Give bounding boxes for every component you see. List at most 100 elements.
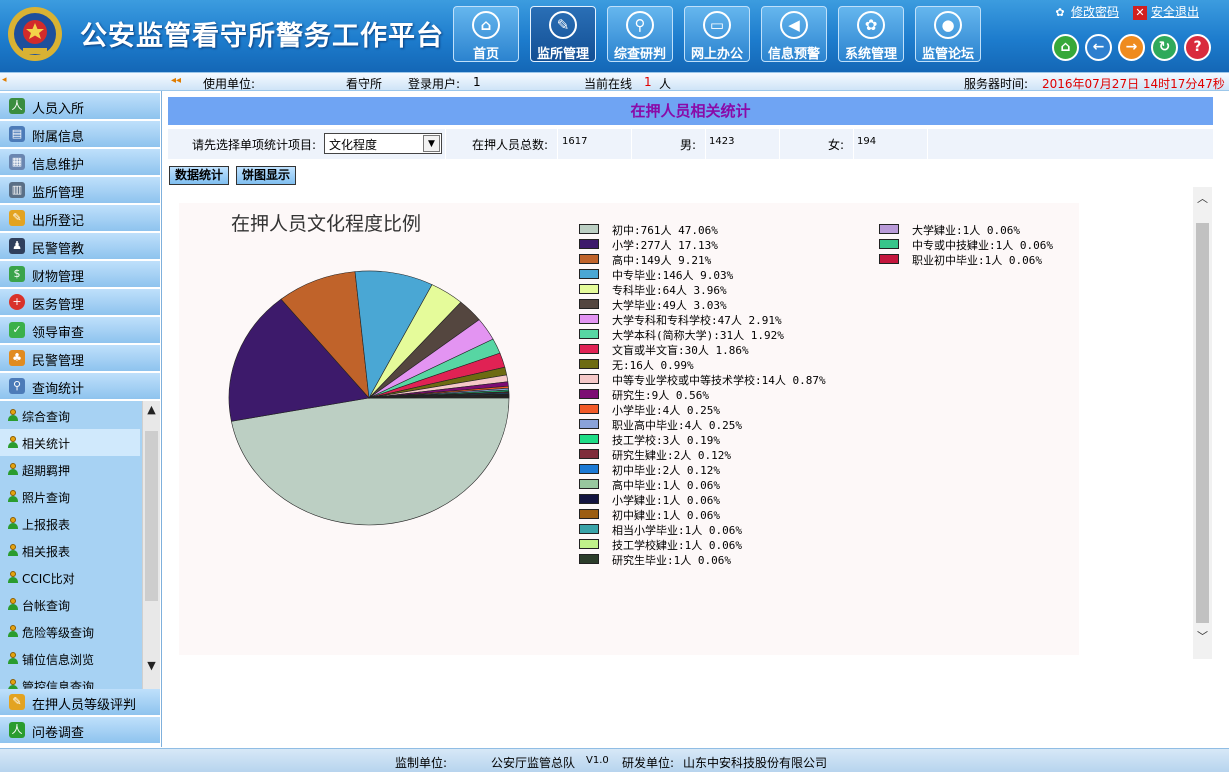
- chart-title: 在押人员文化程度比例: [231, 213, 422, 235]
- home-round-button[interactable]: ⌂: [1052, 34, 1079, 61]
- legend-swatch: [579, 509, 599, 519]
- sidebar-item-admission[interactable]: 人 人员入所: [0, 93, 160, 120]
- feather-icon: ✎: [549, 11, 577, 39]
- sidebar-item-label: 附属信息: [32, 130, 85, 145]
- person-icon: [8, 517, 18, 529]
- filter-row: 请先选择单项统计项目: 文化程度 ▼ 在押人员总数: 1617 男: 1423 …: [168, 129, 1213, 159]
- nav-label: 监管论坛: [921, 47, 974, 62]
- sidebar-item-prison-management[interactable]: ▥ 监所管理: [0, 177, 160, 204]
- select-label: 请先选择单项统计项目:: [192, 138, 317, 152]
- refresh-button[interactable]: ↻: [1151, 34, 1178, 61]
- back-button[interactable]: ←: [1085, 34, 1112, 61]
- submenu-item-overdue-detention[interactable]: 超期羁押: [0, 456, 140, 483]
- nav-warning[interactable]: ◀ 信息预警: [761, 6, 827, 62]
- chevron-down-icon[interactable]: ﹀: [1193, 627, 1212, 647]
- legend-swatch: [579, 404, 599, 414]
- info-bar: ◂ ◂◂ 使用单位: 看守所 登录用户: 1 当前在线 1 人 服务器时间: 2…: [0, 72, 1229, 91]
- sidebar-item-info-maintenance[interactable]: ▦ 信息维护: [0, 149, 160, 176]
- legend-swatch: [579, 434, 599, 444]
- sidebar-item-attached-info[interactable]: ▤ 附属信息: [0, 121, 160, 148]
- gear-icon: ✿: [1055, 6, 1065, 19]
- sidebar-item-leader-review[interactable]: ✓ 领导审查: [0, 317, 160, 344]
- sidebar-item-release-registration[interactable]: ✎ 出所登记: [0, 205, 160, 232]
- person-in-icon: 人: [9, 98, 25, 114]
- submenu-item-control-info-query[interactable]: 管控信息查询: [0, 672, 140, 690]
- sidebar-item-property[interactable]: $ 财物管理: [0, 261, 160, 288]
- chevron-down-icon[interactable]: ▼: [143, 657, 160, 675]
- nav-prison-management[interactable]: ✎ 监所管理: [530, 6, 596, 62]
- help-button[interactable]: ?: [1184, 34, 1211, 61]
- legend-label: 技工学校:3人 0.19%: [612, 434, 720, 447]
- legend-label: 高中:149人 9.21%: [612, 254, 712, 267]
- sidebar-item-police-education[interactable]: ♟ 民警管教: [0, 233, 160, 260]
- legend-swatch: [579, 239, 599, 249]
- submenu-item-related-reports[interactable]: 相关报表: [0, 537, 140, 564]
- data-statistics-button[interactable]: 数据统计: [169, 166, 230, 185]
- change-password-link[interactable]: ✿ 修改密码: [1053, 3, 1119, 20]
- submenu-item-comprehensive-query[interactable]: 综合查询: [0, 402, 140, 429]
- legend-swatch: [579, 554, 599, 564]
- unit-value: 看守所: [346, 77, 383, 91]
- home-icon: ⌂: [472, 11, 500, 39]
- total-label-cell: 在押人员总数:: [446, 129, 558, 159]
- online-unit: 人: [659, 77, 672, 91]
- query-submenu: 综合查询 相关统计 超期羁押 照片查询 上报报表 相关报表 CCIC比对 台帐查…: [0, 401, 160, 690]
- logout-link[interactable]: ✕ 安全退出: [1133, 3, 1199, 20]
- sidebar-item-survey[interactable]: 人 问卷调查: [0, 717, 160, 744]
- submenu-item-danger-level-query[interactable]: 危险等级查询: [0, 618, 140, 645]
- pie-chart-button[interactable]: 饼图显示: [236, 166, 297, 185]
- sidebar-item-label: 查询统计: [32, 382, 85, 397]
- submenu-item-submitted-reports[interactable]: 上报报表: [0, 510, 140, 537]
- medical-icon: +: [9, 294, 25, 310]
- person-icon: [8, 598, 18, 610]
- select-cell: 请先选择单项统计项目: 文化程度 ▼: [168, 129, 446, 159]
- legend-swatch: [579, 419, 599, 429]
- nav-forum[interactable]: ● 监管论坛: [915, 6, 981, 62]
- legend-label: 研究生毕业:1人 0.06%: [612, 554, 731, 567]
- sidebar-item-police-management[interactable]: ♣ 民警管理: [0, 345, 160, 372]
- database-icon: ▦: [9, 154, 25, 170]
- legend-label: 高中毕业:1人 0.06%: [612, 479, 720, 492]
- male-value-cell: 1423: [706, 129, 780, 159]
- chevron-up-icon[interactable]: ︿: [1193, 189, 1212, 209]
- nav-investigation[interactable]: ⚲ 综查研判: [607, 6, 673, 62]
- submenu-item-ledger-query[interactable]: 台帐查询: [0, 591, 140, 618]
- gear-icon: ✿: [857, 11, 885, 39]
- collapse-handle-icon[interactable]: ◂: [2, 75, 7, 85]
- nav-system[interactable]: ✿ 系统管理: [838, 6, 904, 62]
- submenu-item-related-statistics[interactable]: 相关统计: [0, 429, 140, 456]
- content-scrollbar[interactable]: ︿ ﹀: [1193, 187, 1212, 659]
- legend-swatch: [879, 239, 899, 249]
- sidebar-item-label: 监所管理: [32, 186, 85, 201]
- legend-label: 大学毕业:49人 3.03%: [612, 299, 727, 312]
- statistics-item-select[interactable]: 文化程度 ▼: [324, 133, 442, 154]
- legend-swatch: [579, 344, 599, 354]
- chevron-up-icon[interactable]: ▲: [143, 401, 160, 419]
- scrollbar-thumb[interactable]: [1196, 223, 1209, 623]
- sidebar-item-query-statistics[interactable]: ⚲ 查询统计: [0, 373, 160, 400]
- nav-label: 网上办公: [690, 47, 743, 62]
- submenu-item-label: 上报报表: [22, 518, 71, 532]
- toggle-sidebar-icon[interactable]: ◂◂: [171, 75, 181, 86]
- sidebar-item-label: 医务管理: [32, 298, 85, 313]
- submenu-scrollbar[interactable]: ▲ ▼: [142, 401, 160, 690]
- submenu-item-label: CCIC比对: [22, 572, 75, 586]
- submenu-item-photo-query[interactable]: 照片查询: [0, 483, 140, 510]
- submenu-item-ccic-compare[interactable]: CCIC比对: [0, 564, 140, 591]
- nav-online-office[interactable]: ▭ 网上办公: [684, 6, 750, 62]
- chart-icon: ▥: [9, 182, 25, 198]
- scrollbar-thumb[interactable]: [145, 431, 158, 601]
- forward-button[interactable]: →: [1118, 34, 1145, 61]
- female-value: 194: [857, 136, 877, 147]
- legend-swatch: [579, 314, 599, 324]
- sidebar-item-detainee-rating[interactable]: ✎ 在押人员等级评判: [0, 689, 160, 716]
- footer: 监制单位: 公安厅监管总队 V1.0 研发单位: 山东中安科技股份有限公司: [0, 748, 1229, 772]
- sidebar-item-label: 民警管教: [32, 242, 85, 257]
- card-icon: ▤: [9, 126, 25, 142]
- legend-swatch: [579, 374, 599, 384]
- person-icon: [8, 571, 18, 583]
- sidebar-item-label: 民警管理: [32, 354, 85, 369]
- sidebar-item-medical[interactable]: + 医务管理: [0, 289, 160, 316]
- nav-home[interactable]: ⌂ 首页: [453, 6, 519, 62]
- submenu-item-bed-info[interactable]: 铺位信息浏览: [0, 645, 140, 672]
